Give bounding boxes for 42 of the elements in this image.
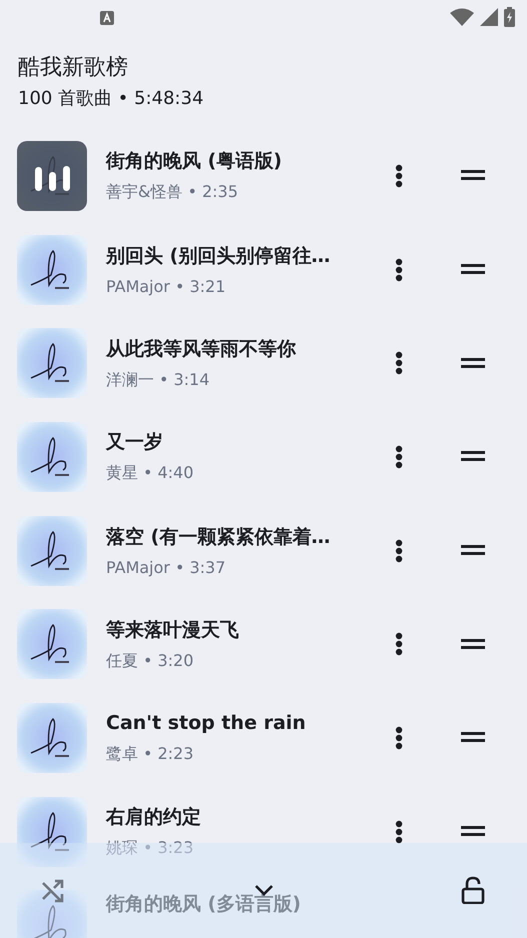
- drag-handle-icon[interactable]: [461, 826, 485, 838]
- song-artist-duration: 善宇&怪兽 • 2:35: [106, 182, 240, 204]
- playlist-info: 100 首歌曲 • 5:48:34: [18, 87, 205, 111]
- wifi-icon: [450, 8, 474, 26]
- more-icon[interactable]: [395, 444, 403, 469]
- lock-icon[interactable]: [461, 876, 485, 904]
- song-title: Can't stop the rain: [106, 711, 307, 736]
- drag-handle-icon[interactable]: [461, 638, 485, 650]
- drag-handle-icon[interactable]: [461, 264, 485, 276]
- drag-handle-icon[interactable]: [461, 358, 485, 369]
- playlist-title: 酷我新歌榜: [18, 54, 129, 82]
- song-artist-duration: PAMajor • 3:21: [106, 277, 227, 296]
- keyboard-icon: [100, 11, 114, 25]
- more-icon[interactable]: [395, 632, 403, 656]
- drag-handle-icon[interactable]: [461, 451, 485, 462]
- song-title: 又一岁: [106, 430, 164, 456]
- song-title: 等来落叶漫天飞: [106, 618, 240, 643]
- more-icon[interactable]: [395, 820, 403, 844]
- song-artist-duration: 洋澜一 • 3:14: [106, 370, 211, 391]
- more-icon[interactable]: [395, 538, 403, 563]
- song-title: 别回头 (别回头别停留往…: [106, 244, 332, 270]
- more-icon[interactable]: [395, 258, 403, 282]
- chevron-down-icon[interactable]: [254, 884, 274, 896]
- signal-icon: [480, 8, 498, 26]
- song-artist-duration: 任夏 • 3:20: [106, 650, 195, 672]
- song-title: 从此我等风等雨不等你: [106, 336, 297, 362]
- battery-icon: [504, 7, 515, 27]
- song-title: 街角的晚风 (多语言版): [106, 892, 302, 916]
- more-icon[interactable]: [395, 351, 403, 376]
- more-icon[interactable]: [395, 726, 403, 750]
- drag-handle-icon[interactable]: [461, 170, 485, 182]
- song-artist-duration: 鹭卓 • 2:23: [106, 744, 195, 766]
- song-artist-duration: PAMajor • 3:37: [106, 558, 227, 578]
- shuffle-icon[interactable]: [41, 879, 65, 903]
- song-artist-duration: 黄星 • 4:40: [106, 463, 195, 484]
- song-artist-duration: 姚琛 • 3:23: [106, 838, 195, 860]
- drag-handle-icon[interactable]: [461, 732, 485, 744]
- song-title: 右肩的约定: [106, 805, 202, 830]
- song-title: 落空 (有一颗紧紧依靠着…: [106, 525, 332, 550]
- drag-handle-icon[interactable]: [461, 545, 485, 556]
- more-icon[interactable]: [395, 164, 403, 188]
- song-title: 街角的晚风 (粤语版): [106, 149, 283, 174]
